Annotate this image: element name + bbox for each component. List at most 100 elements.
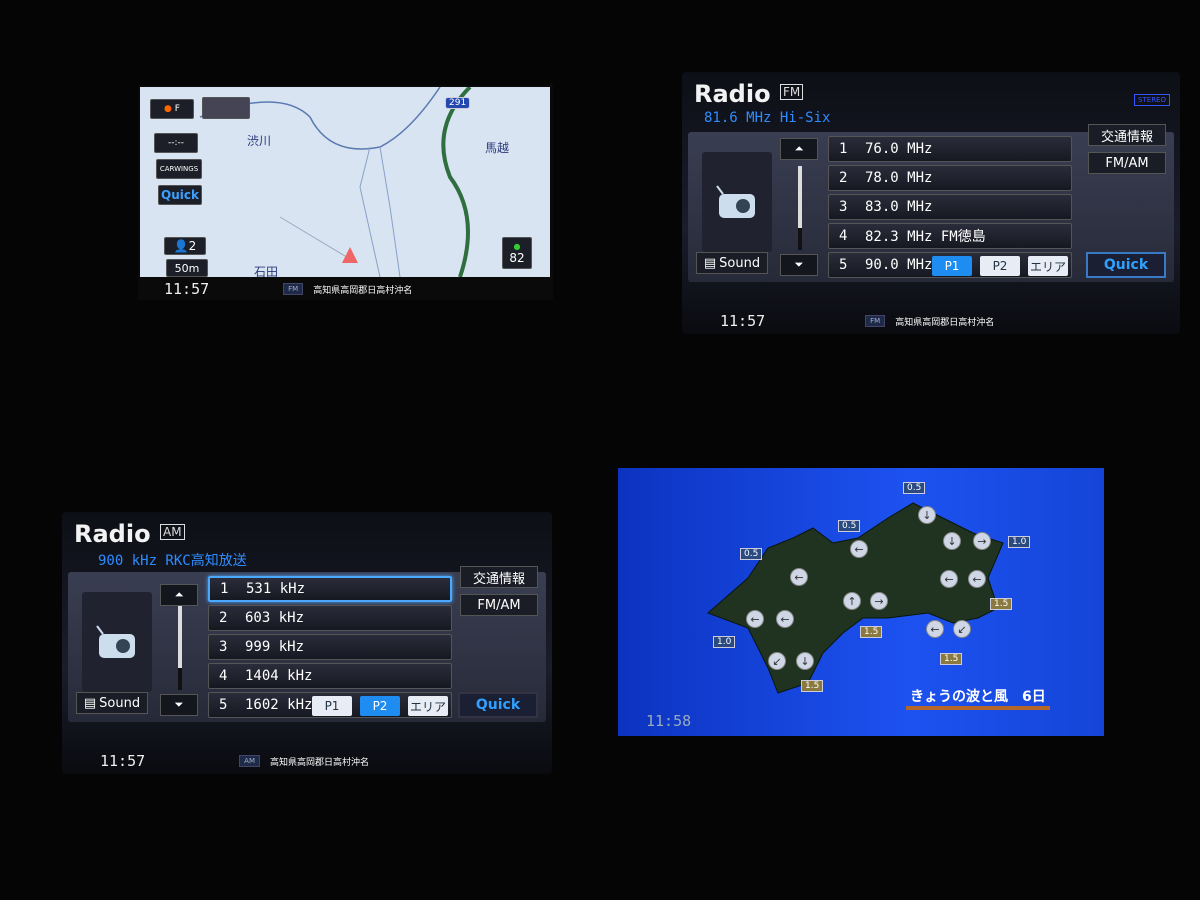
wind-arrow-icon: → (973, 532, 991, 550)
fm-radio-screen: Radio FM STEREO 81.6 MHz Hi-Six ▤ Sound ⏶… (682, 72, 1180, 334)
people-count-button[interactable]: 👤 2 (164, 237, 206, 255)
fm-am-button[interactable]: FM/AM (460, 594, 538, 616)
wave-height-label: 1.5 (801, 680, 824, 692)
preset-item[interactable]: 2 603 kHz (208, 605, 452, 631)
info-panel (202, 97, 250, 119)
carwings-button[interactable]: CARWINGS (156, 159, 202, 179)
current-address: 高知県高岡郡日高村沖名 (895, 317, 995, 328)
preset-item[interactable]: 1 76.0 MHz (828, 136, 1072, 162)
wind-arrow-icon: ← (926, 620, 944, 638)
place-label: 石田 (254, 265, 279, 277)
place-label: 渋川 (247, 134, 272, 148)
eta-button[interactable]: --:-- (154, 133, 198, 153)
preset-item[interactable]: 3 83.0 MHz (828, 194, 1072, 220)
wind-arrow-icon: ← (776, 610, 794, 628)
traffic-info-button[interactable]: 交通情報 (1088, 124, 1166, 146)
equalizer-icon: ▤ (83, 695, 97, 711)
clock: 11:57 (100, 752, 146, 770)
route-shield: 291 (445, 97, 471, 109)
wind-arrow-icon: ← (850, 540, 868, 558)
clock: 11:57 (164, 280, 210, 298)
wave-height-label: 1.5 (860, 626, 883, 638)
wind-arrow-icon: ↑ (843, 592, 861, 610)
weather-title: きょうの波と風 6日 (906, 686, 1050, 710)
traffic-info-button[interactable]: 交通情報 (460, 566, 538, 588)
page-title: Radio (74, 520, 151, 548)
current-address: 高知県高岡郡日高村沖名 (313, 285, 413, 296)
audio-source-badge: FM (283, 283, 304, 295)
wind-arrow-icon: ↓ (943, 532, 961, 550)
wave-height-label: 0.5 (838, 520, 861, 532)
page-p1-button[interactable]: P1 (932, 256, 972, 276)
radio-icon (702, 152, 772, 252)
preset-item[interactable]: 3 999 kHz (208, 634, 452, 660)
compass-icon: ● (164, 104, 172, 114)
wave-height-label: 1.0 (713, 636, 736, 648)
scrollbar[interactable] (178, 606, 182, 690)
quick-button[interactable]: Quick (158, 185, 202, 205)
wave-height-label: 0.5 (740, 548, 763, 560)
scroll-down-button[interactable]: ⏷ (780, 254, 818, 276)
preset-item-selected[interactable]: 1 531 kHz (208, 576, 452, 602)
clock: 11:58 (646, 712, 692, 730)
wind-arrow-icon: ↓ (796, 652, 814, 670)
sound-button[interactable]: ▤ Sound (696, 252, 768, 274)
current-station: 81.6 MHz Hi-Six (704, 110, 831, 126)
am-radio-screen: Radio AM 900 kHz RKC高知放送 ▤ Sound ⏶ ⏷ 1 531… (62, 512, 552, 774)
navigation-screen: 291 渋川 馬越 石田 ● F --:-- CARWINGS Quick 👤 2… (138, 85, 553, 300)
eco-icon: ● (513, 241, 521, 251)
map-view[interactable]: 291 渋川 馬越 石田 ● F --:-- CARWINGS Quick 👤 2… (140, 87, 550, 277)
wave-height-label: 1.5 (990, 598, 1013, 610)
double-chevron-up-icon: ⏶ (794, 142, 804, 155)
area-button[interactable]: エリア (1028, 256, 1068, 276)
fm-am-button[interactable]: FM/AM (1088, 152, 1166, 174)
scroll-down-button[interactable]: ⏷ (160, 694, 198, 716)
weather-tv-screen: 0.5 0.5 0.5 1.0 1.5 1.5 1.5 1.0 1.5 ↓ ← … (618, 468, 1104, 736)
page-p2-button[interactable]: P2 (360, 696, 400, 716)
compass-button[interactable]: ● F (150, 99, 194, 119)
wind-arrow-icon: ↙ (768, 652, 786, 670)
place-label: 馬越 (485, 141, 510, 155)
preset-item[interactable]: 4 1404 kHz (208, 663, 452, 689)
wind-arrow-icon: ← (746, 610, 764, 628)
double-chevron-down-icon: ⏷ (174, 698, 184, 711)
wind-arrow-icon: → (870, 592, 888, 610)
wind-arrow-icon: ↙ (953, 620, 971, 638)
wave-height-label: 0.5 (903, 482, 926, 494)
double-chevron-down-icon: ⏷ (794, 258, 804, 271)
wind-arrow-icon: ↓ (918, 506, 936, 524)
band-badge: FM (780, 84, 804, 100)
quick-button[interactable]: Quick (1086, 252, 1166, 278)
scale-button[interactable]: 50m (166, 259, 208, 277)
vehicle-position-icon (342, 247, 358, 263)
audio-source-badge: FM (865, 315, 886, 327)
page-p2-button[interactable]: P2 (980, 256, 1020, 276)
status-bar: 11:57 FM 高知県高岡郡日高村沖名 (682, 310, 1180, 332)
wind-arrow-icon: ← (790, 568, 808, 586)
wind-arrow-icon: ← (940, 570, 958, 588)
status-bar: 11:57 FM 高知県高岡郡日高村沖名 (138, 278, 553, 300)
scroll-up-button[interactable]: ⏶ (780, 138, 818, 160)
clock: 11:57 (720, 312, 766, 330)
stereo-indicator: STEREO (1134, 94, 1170, 106)
preset-item[interactable]: 4 82.3 MHz FM徳島 (828, 223, 1072, 249)
person-icon: 👤 (173, 239, 189, 253)
eco-score: ● 82 (502, 237, 532, 269)
wave-height-label: 1.5 (940, 653, 963, 665)
quick-button[interactable]: Quick (458, 692, 538, 718)
double-chevron-up-icon: ⏶ (174, 588, 184, 601)
band-badge: AM (160, 524, 185, 540)
wind-arrow-icon: ← (968, 570, 986, 588)
scrollbar[interactable] (798, 166, 802, 250)
current-address: 高知県高岡郡日高村沖名 (269, 757, 369, 768)
wave-height-label: 1.0 (1008, 536, 1031, 548)
page-title: Radio (694, 80, 771, 108)
scroll-up-button[interactable]: ⏶ (160, 584, 198, 606)
audio-source-badge: AM (239, 755, 260, 767)
status-bar: 11:57 AM 高知県高岡郡日高村沖名 (62, 750, 552, 772)
sound-button[interactable]: ▤ Sound (76, 692, 148, 714)
preset-item[interactable]: 2 78.0 MHz (828, 165, 1072, 191)
page-p1-button[interactable]: P1 (312, 696, 352, 716)
area-button[interactable]: エリア (408, 696, 448, 716)
equalizer-icon: ▤ (703, 255, 717, 271)
